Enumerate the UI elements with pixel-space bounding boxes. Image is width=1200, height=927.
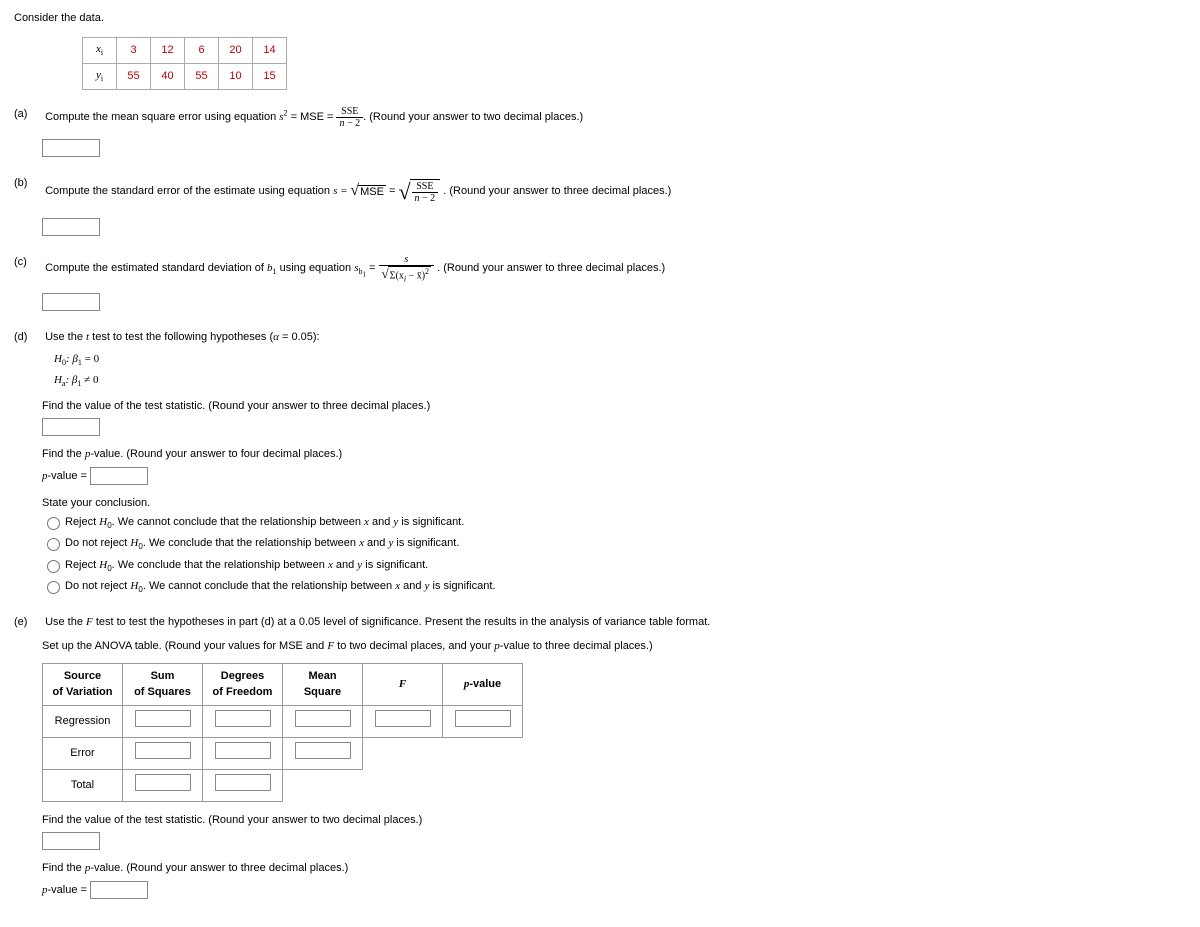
- anova-row-error: Error: [43, 737, 123, 769]
- part-e-text1: Use the F test to test the hypotheses in…: [45, 616, 710, 628]
- part-a-input[interactable]: [42, 139, 100, 157]
- part-c-input[interactable]: [42, 293, 100, 311]
- part-e-label: (e): [14, 614, 42, 631]
- d-radio-2[interactable]: [47, 538, 60, 551]
- d-radio-1-label: Reject H0. We cannot conclude that the r…: [65, 516, 464, 528]
- x-val-3: 20: [219, 37, 253, 63]
- y-val-3: 10: [219, 63, 253, 89]
- part-d-text1: Use the t test to test the following hyp…: [45, 331, 320, 343]
- d-find-ts: Find the value of the test statistic. (R…: [42, 398, 1186, 415]
- d-radio-4[interactable]: [47, 581, 60, 594]
- d-find-pv: Find the p-value. (Round your answer to …: [42, 448, 342, 460]
- part-c-label: (c): [14, 254, 42, 271]
- anova-row-regression: Regression: [43, 705, 123, 737]
- anova-th-f: F: [363, 663, 443, 705]
- anova-th-pv: p-value: [443, 663, 523, 705]
- hypotheses: H0: β1 = 0 Ha: β1 ≠ 0: [54, 351, 1186, 389]
- x-val-4: 14: [253, 37, 287, 63]
- y-val-1: 40: [151, 63, 185, 89]
- intro-text: Consider the data.: [14, 10, 1186, 27]
- d-radio-1[interactable]: [47, 517, 60, 530]
- y-val-2: 55: [185, 63, 219, 89]
- e-ts-input[interactable]: [42, 832, 100, 850]
- part-c-text: Compute the estimated standard deviation…: [45, 262, 665, 274]
- x-val-1: 12: [151, 37, 185, 63]
- part-a-text: Compute the mean square error using equa…: [45, 111, 583, 123]
- anova-th-ms: MeanSquare: [283, 663, 363, 705]
- part-b-label: (b): [14, 175, 42, 192]
- e-find-ts: Find the value of the test statistic. (R…: [42, 812, 1186, 829]
- part-d-label: (d): [14, 329, 42, 346]
- part-e-text2: Set up the ANOVA table. (Round your valu…: [42, 638, 1186, 655]
- d-pval-input[interactable]: [90, 467, 148, 485]
- d-radio-2-label: Do not reject H0. We conclude that the r…: [65, 537, 459, 549]
- anova-tot-ss[interactable]: [135, 774, 191, 791]
- d-ts-input[interactable]: [42, 418, 100, 436]
- anova-tot-df[interactable]: [215, 774, 271, 791]
- anova-table: Sourceof Variation Sumof Squares Degrees…: [42, 663, 523, 802]
- anova-th-ss: Sumof Squares: [123, 663, 203, 705]
- anova-th-df: Degreesof Freedom: [203, 663, 283, 705]
- e-pval-input[interactable]: [90, 881, 148, 899]
- data-table: xi 3 12 6 20 14 yi 55 40 55 10 15: [82, 37, 287, 90]
- part-a-label: (a): [14, 106, 42, 123]
- d-pval-label: p-value =: [42, 470, 90, 482]
- d-radio-3[interactable]: [47, 560, 60, 573]
- header-x: xi: [83, 37, 117, 63]
- anova-th-source: Sourceof Variation: [43, 663, 123, 705]
- part-b-text: Compute the standard error of the estima…: [45, 185, 671, 197]
- d-radio-3-label: Reject H0. We conclude that the relation…: [65, 559, 428, 571]
- anova-err-ss[interactable]: [135, 742, 191, 759]
- d-state: State your conclusion.: [42, 495, 1186, 512]
- e-pval-label: p-value =: [42, 884, 90, 896]
- y-val-0: 55: [117, 63, 151, 89]
- d-radio-4-label: Do not reject H0. We cannot conclude tha…: [65, 580, 495, 592]
- header-y: yi: [83, 63, 117, 89]
- anova-row-total: Total: [43, 769, 123, 801]
- y-val-4: 15: [253, 63, 287, 89]
- x-val-0: 3: [117, 37, 151, 63]
- anova-err-ms[interactable]: [295, 742, 351, 759]
- e-find-pv: Find the p-value. (Round your answer to …: [42, 862, 348, 874]
- anova-err-df[interactable]: [215, 742, 271, 759]
- part-b-input[interactable]: [42, 218, 100, 236]
- x-val-2: 6: [185, 37, 219, 63]
